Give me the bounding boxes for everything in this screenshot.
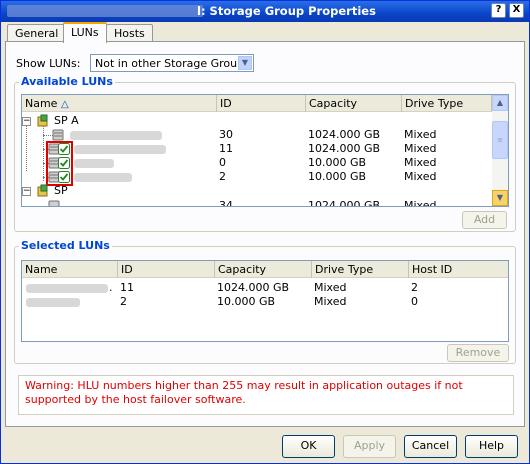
selected-luns-title: Selected LUNs xyxy=(19,239,112,252)
column-header-capacity[interactable]: Capacity xyxy=(215,261,312,278)
collapse-icon[interactable]: − xyxy=(22,187,31,196)
tab-hosts[interactable]: Hosts xyxy=(106,24,153,42)
highlight-box xyxy=(46,141,73,186)
lun-id: 30 xyxy=(219,128,233,141)
selected-lun-row[interactable]: . 11 1024.000 GB Mixed 2 xyxy=(22,281,508,295)
column-header-id[interactable]: ID xyxy=(118,261,215,278)
title-bar[interactable]: l: Storage Group Properties ? X xyxy=(1,1,529,22)
storage-processor-icon xyxy=(37,184,48,197)
lun-capacity: 10.000 GB xyxy=(308,156,367,169)
hlu-warning-message: Warning: HLU numbers higher than 255 may… xyxy=(18,375,514,415)
available-luns-header: Name △ ID Capacity Drive Type xyxy=(22,95,492,112)
available-luns-scrollbar[interactable]: ▲ ≡ ▼ xyxy=(492,95,508,206)
lun-capacity: 1024.000 GB xyxy=(308,128,381,141)
tab-strip: General LUNs Hosts xyxy=(1,22,529,43)
lun-name-suffix: . xyxy=(109,281,113,294)
disk-icon xyxy=(48,200,60,206)
collapse-icon[interactable]: − xyxy=(22,117,31,126)
show-luns-select[interactable]: Not in other Storage Groups ▼ xyxy=(90,54,254,72)
lun-id: 34 xyxy=(219,199,233,207)
remove-button[interactable]: Remove xyxy=(447,344,509,362)
lun-capacity: 1024.000 GB xyxy=(217,281,290,294)
column-header-name[interactable]: Name △ xyxy=(22,95,217,112)
lun-drive-type: Mixed xyxy=(404,128,437,141)
column-header-host-id[interactable]: Host ID xyxy=(409,261,508,278)
lun-row[interactable]: 0 10.000 GB Mixed xyxy=(22,156,492,170)
selected-luns-header: Name ID Capacity Drive Type Host ID xyxy=(22,261,508,278)
add-button[interactable]: Add xyxy=(462,211,507,229)
tree-node-sp-a[interactable]: − SP A xyxy=(22,114,492,128)
scrollbar-thumb[interactable]: ≡ xyxy=(492,121,508,159)
column-header-name[interactable]: Name xyxy=(22,261,118,278)
lun-id: 2 xyxy=(219,170,226,183)
lun-row-partial[interactable]: 34 1024.000 GB Mixed xyxy=(22,199,492,207)
lun-row[interactable]: 11 1024.000 GB Mixed xyxy=(22,142,492,156)
help-button[interactable]: Help xyxy=(465,435,518,458)
lun-capacity: 10.000 GB xyxy=(308,170,367,183)
lun-id: 0 xyxy=(219,156,226,169)
selected-luns-group: Selected LUNs Name ID Capacity Drive Typ… xyxy=(14,239,516,364)
luns-tab-panel: Show LUNs: Not in other Storage Groups ▼… xyxy=(5,41,525,427)
lun-capacity: 10.000 GB xyxy=(217,295,276,308)
disk-icon xyxy=(52,129,64,141)
scroll-up-icon[interactable]: ▲ xyxy=(492,95,508,111)
show-luns-value: Not in other Storage Groups xyxy=(95,57,250,70)
chevron-down-icon[interactable]: ▼ xyxy=(238,56,252,70)
lun-capacity: 1024.000 GB xyxy=(308,142,381,155)
lun-name-redacted xyxy=(74,159,114,168)
cancel-button[interactable]: Cancel xyxy=(404,435,457,458)
storage-processor-icon xyxy=(37,114,48,127)
selected-lun-row[interactable]: 2 10.000 GB Mixed 0 xyxy=(22,295,508,309)
sort-ascending-icon: △ xyxy=(60,99,69,110)
tab-general[interactable]: General xyxy=(7,24,67,42)
lun-name-redacted xyxy=(74,145,166,154)
column-header-drive-type[interactable]: Drive Type xyxy=(402,95,492,112)
column-header-capacity[interactable]: Capacity xyxy=(306,95,402,112)
sp-b-label: SP xyxy=(54,184,68,197)
selected-luns-list[interactable]: Name ID Capacity Drive Type Host ID . 11… xyxy=(21,260,509,342)
lun-host-id: 0 xyxy=(411,295,418,308)
help-icon[interactable]: ? xyxy=(491,3,506,18)
lun-name-redacted xyxy=(26,298,80,307)
window-title: l: Storage Group Properties xyxy=(197,4,376,18)
lun-row[interactable]: 30 1024.000 GB Mixed xyxy=(22,128,492,142)
column-header-id[interactable]: ID xyxy=(217,95,306,112)
storage-group-properties-dialog: l: Storage Group Properties ? X General … xyxy=(0,0,530,464)
lun-drive-type: Mixed xyxy=(404,156,437,169)
tab-luns[interactable]: LUNs xyxy=(63,22,107,43)
column-header-drive-type[interactable]: Drive Type xyxy=(312,261,409,278)
lun-name-redacted xyxy=(70,131,162,140)
available-luns-title: Available LUNs xyxy=(19,75,115,88)
lun-name-redacted xyxy=(74,173,132,182)
lun-drive-type: Mixed xyxy=(404,199,437,207)
show-luns-label: Show LUNs: xyxy=(16,57,81,70)
sp-a-label: SP A xyxy=(54,114,79,127)
lun-id: 11 xyxy=(219,142,233,155)
lun-drive-type: Mixed xyxy=(404,170,437,183)
available-luns-group: Available LUNs Name △ ID Capacity Drive … xyxy=(14,75,516,232)
lun-id: 2 xyxy=(120,295,127,308)
lun-id: 11 xyxy=(120,281,134,294)
available-luns-list[interactable]: Name △ ID Capacity Drive Type − SP A 30 … xyxy=(21,94,509,207)
ok-button[interactable]: OK xyxy=(282,435,335,458)
title-prefix-redacted xyxy=(7,5,203,17)
close-icon[interactable]: X xyxy=(509,3,524,18)
lun-row[interactable]: 2 10.000 GB Mixed xyxy=(22,170,492,184)
lun-host-id: 2 xyxy=(411,281,418,294)
lun-drive-type: Mixed xyxy=(314,295,347,308)
lun-capacity: 1024.000 GB xyxy=(308,199,381,207)
scroll-down-icon[interactable]: ▼ xyxy=(492,190,508,206)
tree-node-sp-b[interactable]: − SP xyxy=(22,184,492,198)
apply-button[interactable]: Apply xyxy=(343,435,396,458)
lun-name-redacted xyxy=(26,284,108,293)
lun-drive-type: Mixed xyxy=(404,142,437,155)
lun-drive-type: Mixed xyxy=(314,281,347,294)
